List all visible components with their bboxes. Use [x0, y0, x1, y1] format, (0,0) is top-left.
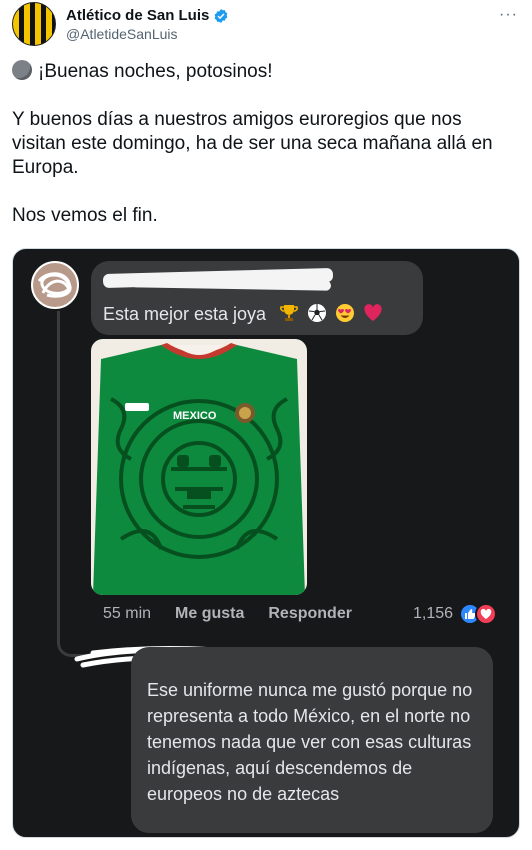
name-redaction-2 — [130, 277, 332, 291]
comment-1-actions: 55 min Me gusta Responder — [103, 605, 352, 623]
comment-2-text: Ese uniforme nunca me gustó porque no re… — [147, 680, 473, 804]
author-name[interactable]: Atlético de San Luis — [66, 7, 209, 24]
heart-eyes-emoji-icon — [336, 304, 355, 322]
scribble-redaction-icon — [37, 272, 72, 298]
commenter-avatar-redacted — [31, 261, 79, 309]
trophy-emoji-icon — [280, 305, 299, 321]
tweet-line1: ¡Buenas noches, potosinos! — [38, 61, 273, 82]
reaction-count: 1,156 — [413, 605, 454, 622]
reaction-summary[interactable]: 1,156 — [413, 603, 498, 625]
tweet-header: Atlético de San Luis @AtletideSanLuis ··… — [12, 2, 520, 48]
comment-bubble-1: Esta mejor esta joya — [91, 261, 423, 335]
comment-1-emojis — [279, 303, 383, 323]
new-moon-emoji-icon — [12, 60, 32, 80]
like-link[interactable]: Me gusta — [175, 605, 244, 623]
reaction-icons — [459, 603, 498, 625]
verified-badge-icon — [215, 8, 228, 23]
jersey-badge-text: MEXICO — [173, 410, 217, 422]
tweet-paragraph2: Y buenos días a nuestros amigos euroregi… — [12, 109, 493, 178]
reply-link[interactable]: Responder — [268, 605, 352, 623]
comment-1-time: 55 min — [103, 605, 152, 622]
comment-1-body: Esta mejor esta joya — [103, 304, 267, 324]
author-name-row: Atlético de San Luis — [66, 7, 229, 24]
tweet-media-image[interactable]: Esta mejor esta joya MEXICO 55 min Me gu… — [12, 248, 520, 838]
author-handle[interactable]: @AtletideSanLuis — [66, 26, 178, 42]
comment-bubble-2: Ese uniforme nunca me gustó porque no re… — [131, 647, 493, 833]
soccer-ball-emoji-icon — [308, 304, 327, 322]
mexico-jersey-image: MEXICO — [91, 339, 307, 595]
tweet-text: ¡Buenas noches, potosinos! Y buenos días… — [12, 60, 520, 228]
red-heart-emoji-icon — [364, 304, 382, 321]
jersey-photo[interactable]: MEXICO — [91, 339, 307, 595]
love-reaction-icon — [475, 603, 498, 625]
tweet-paragraph3: Nos vemos el fin. — [12, 205, 158, 226]
thread-line — [57, 311, 60, 631]
comment-1-text: Esta mejor esta joya — [103, 303, 383, 325]
author-avatar[interactable] — [12, 2, 56, 46]
more-options-icon[interactable]: ··· — [499, 6, 518, 24]
